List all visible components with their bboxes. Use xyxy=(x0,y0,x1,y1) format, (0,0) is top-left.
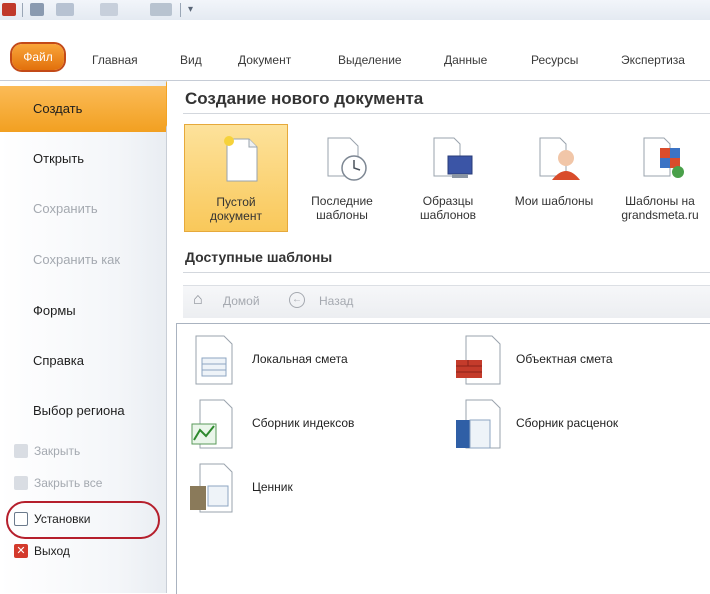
customize-toolbar-icon[interactable]: ▾ xyxy=(188,3,196,16)
tile-label: Пустой документ xyxy=(210,195,262,223)
close-doc-icon xyxy=(14,444,28,458)
nav-save[interactable]: Сохранить xyxy=(0,186,166,232)
home-icon[interactable]: ⌂ xyxy=(193,291,203,309)
template-label: Сборник индексов xyxy=(252,416,355,430)
local-estimate-icon xyxy=(195,335,233,385)
ribbon-tab-bar: Файл Главная Вид Документ Выделение Данн… xyxy=(0,20,710,81)
tile-label: Образцы шаблонов xyxy=(419,194,477,222)
back-arrow-icon[interactable]: ← xyxy=(289,292,305,308)
index-collection-icon xyxy=(191,399,233,449)
toolbar-separator xyxy=(22,3,23,17)
nav-exit-label: Выход xyxy=(34,544,70,558)
object-estimate-icon xyxy=(456,335,501,385)
settings-highlight-ring xyxy=(6,501,160,539)
nav-close-label: Закрыть xyxy=(34,444,81,458)
tile-blank-document[interactable]: Пустой документ xyxy=(184,124,288,232)
tile-sample-templates[interactable]: Образцы шаблонов xyxy=(396,124,500,232)
section-divider xyxy=(183,272,710,273)
print-preview-icon[interactable] xyxy=(150,3,172,16)
nav-back-link[interactable]: Назад xyxy=(319,294,353,308)
tab-resources[interactable]: Ресурсы xyxy=(531,53,578,67)
template-label: Объектная смета xyxy=(516,352,613,366)
blank-document-icon xyxy=(224,136,258,182)
tile-my-templates[interactable]: Мои шаблоны xyxy=(502,124,606,232)
tab-data[interactable]: Данные xyxy=(444,53,487,67)
tab-selection[interactable]: Выделение xyxy=(338,53,402,67)
rates-collection-icon xyxy=(456,399,501,449)
tile-online-templates[interactable]: Шаблоны на grandsmeta.ru xyxy=(608,124,710,232)
nav-exit[interactable]: ✕ Выход xyxy=(14,540,70,562)
tab-file[interactable]: Файл xyxy=(12,44,64,70)
page-title: Создание нового документа xyxy=(185,89,424,108)
template-label: Ценник xyxy=(252,480,293,494)
online-templates-icon xyxy=(643,137,684,178)
available-templates-title: Доступные шаблоны xyxy=(185,249,333,265)
nav-close-all-label: Закрыть все xyxy=(34,476,103,490)
nav-create[interactable]: Создать xyxy=(0,86,166,132)
redo-icon[interactable] xyxy=(100,3,118,16)
sample-templates-icon xyxy=(433,137,473,178)
close-all-icon xyxy=(14,476,28,490)
template-navigation-bar: ⌂ Домой ← Назад xyxy=(183,285,710,318)
recent-templates-icon xyxy=(327,137,367,181)
tile-label: Шаблоны на grandsmeta.ru xyxy=(621,194,699,222)
template-label: Сборник расценок xyxy=(516,416,619,430)
nav-save-as[interactable]: Сохранить как xyxy=(0,237,166,283)
tab-home[interactable]: Главная xyxy=(92,53,138,67)
title-divider xyxy=(183,113,710,114)
nav-open[interactable]: Открыть xyxy=(0,136,166,182)
tab-view[interactable]: Вид xyxy=(180,53,202,67)
nav-select-region[interactable]: Выбор региона xyxy=(0,388,166,434)
nav-close-all[interactable]: Закрыть все xyxy=(14,472,102,494)
my-templates-icon xyxy=(539,137,580,180)
app-icon[interactable] xyxy=(2,3,16,16)
nav-forms[interactable]: Формы xyxy=(0,288,166,334)
tile-label: Мои шаблоны xyxy=(514,194,594,208)
template-label: Локальная смета xyxy=(252,352,348,366)
price-list-icon xyxy=(190,463,233,513)
quick-access-toolbar: ▾ xyxy=(0,0,710,20)
save-icon[interactable] xyxy=(30,3,44,16)
tab-expertise[interactable]: Экспертиза xyxy=(621,53,685,67)
nav-help[interactable]: Справка xyxy=(0,338,166,384)
nav-close[interactable]: Закрыть xyxy=(14,440,80,462)
undo-icon[interactable] xyxy=(56,3,74,16)
tile-label: Последние шаблоны xyxy=(311,194,373,222)
toolbar-separator xyxy=(180,3,181,17)
tile-recent-templates[interactable]: Последние шаблоны xyxy=(290,124,394,232)
tab-document[interactable]: Документ xyxy=(238,53,291,67)
exit-icon: ✕ xyxy=(14,544,28,558)
nav-home-link[interactable]: Домой xyxy=(223,294,260,308)
